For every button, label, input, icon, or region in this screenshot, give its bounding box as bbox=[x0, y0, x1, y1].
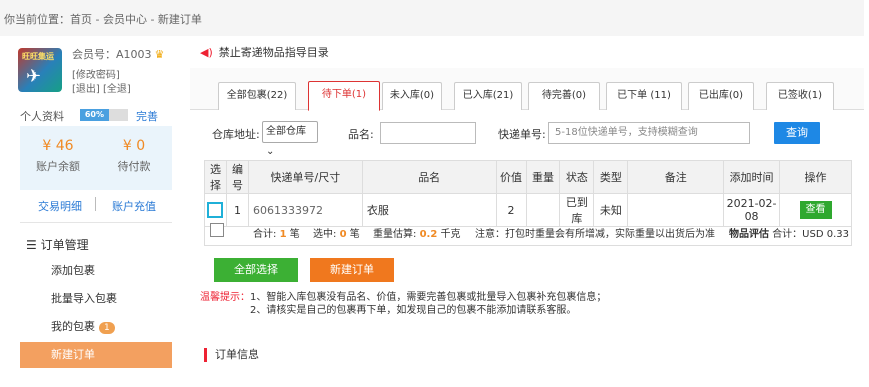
speaker-icon: ◀) bbox=[200, 46, 213, 59]
col-no: 编号 bbox=[225, 160, 249, 194]
selected-count: 选中: 0 笔 bbox=[313, 229, 360, 240]
account-balance: ¥ 46 账户余额 bbox=[20, 126, 96, 190]
divider bbox=[95, 197, 96, 211]
new-order-button[interactable]: 新建订单 bbox=[310, 258, 394, 282]
logout-link[interactable]: [退出] bbox=[72, 84, 100, 95]
balance-panel: ¥ 46 账户余额 ¥ 0 待付款 bbox=[20, 126, 172, 190]
quick-links: 交易明细 账户充值 bbox=[20, 194, 172, 216]
tab-pending-order[interactable]: 待下单(1) bbox=[308, 81, 380, 111]
item-evaluation: 物品评估 合计：USD 0.33 bbox=[729, 229, 849, 240]
count-badge: 1 bbox=[99, 322, 115, 334]
summary-row: 合计: 1 笔 选中: 0 笔 重量估算: 0.2 千克 注意：打包时重量会有所… bbox=[204, 216, 852, 246]
tab-signed[interactable]: 已签收(1) bbox=[766, 82, 834, 110]
logout-links: [退出] [全退] bbox=[72, 80, 131, 95]
weight-note: 注意：打包时重量会有所增减，实际重量以出货后为准 bbox=[475, 229, 715, 240]
sidebar: 旺旺集运 ✈ 会员号：A1003 ♛ [修改密码] [退出] [全退] 个人资料 … bbox=[4, 36, 184, 387]
tip-line-2: 2、请核实是自己的包裹再下单，如发现自己的包裹不能添加请联系客服。 bbox=[250, 305, 577, 316]
divider bbox=[20, 222, 172, 223]
col-type: 类型 bbox=[593, 160, 629, 194]
filter-bar: 仓库地址: 全部仓库 ⌄ 品名: 快递单号: 5-18位快递单号，支持模糊查询 … bbox=[190, 116, 864, 157]
profile-label: 个人资料 bbox=[20, 110, 64, 123]
plane-icon: ✈ bbox=[26, 66, 42, 87]
complete-profile-link[interactable]: 完善 bbox=[136, 108, 158, 124]
account-balance-value: ¥ 46 bbox=[42, 138, 74, 154]
tab-all-packages[interactable]: 全部包裹(22) bbox=[218, 82, 296, 110]
logo-text: 旺旺集运 bbox=[22, 52, 54, 61]
tips: 温馨提示：1、智能入库包裹没有品名、价值，需要完善包裹或批量导入包裹补充包裹信息… bbox=[200, 291, 860, 317]
tab-to-complete[interactable]: 待完善(0) bbox=[528, 82, 600, 110]
table-header: 选择 编号 快递单号/尺寸 品名 价值 重量 状态 类型 备注 添加时间 操作 bbox=[204, 160, 852, 194]
menu-title: ☰ 订单管理 bbox=[26, 238, 89, 252]
tracking-input[interactable]: 5-18位快递单号，支持模糊查询 bbox=[548, 122, 750, 144]
menu-item-add-package[interactable]: 添加包裹 bbox=[20, 260, 172, 282]
breadcrumb: 你当前位置：首页 - 会员中心 - 新建订单 bbox=[0, 0, 864, 36]
pending-payment-label: 待付款 bbox=[117, 160, 151, 173]
menu-item-new-order[interactable]: 新建订单 bbox=[20, 342, 172, 368]
col-status: 状态 bbox=[559, 160, 595, 194]
tab-bar: 全部包裹(22) 待下单(1) 未入库(0) 已入库(21) 待完善(0) 已下… bbox=[190, 68, 864, 111]
col-time: 添加时间 bbox=[723, 160, 781, 194]
transactions-link[interactable]: 交易明细 bbox=[38, 198, 82, 214]
menu-item-batch-import[interactable]: 批量导入包裹 bbox=[20, 288, 172, 310]
select-all-button[interactable]: 全部选择 bbox=[214, 258, 298, 282]
pending-payment: ¥ 0 待付款 bbox=[96, 126, 172, 190]
menu-item-my-packages[interactable]: 我的包裹 1 bbox=[20, 316, 172, 338]
name-input[interactable] bbox=[380, 122, 476, 144]
recharge-link[interactable]: 账户充值 bbox=[112, 198, 156, 214]
list-icon: ☰ bbox=[26, 238, 37, 252]
tab-ordered[interactable]: 已下单 (11) bbox=[606, 82, 682, 110]
full-logout-link[interactable]: [全退] bbox=[103, 84, 131, 95]
col-remark: 备注 bbox=[627, 160, 725, 194]
crown-icon: ♛ bbox=[154, 48, 165, 61]
tracking-label: 快递单号: bbox=[498, 128, 546, 141]
col-name: 品名 bbox=[361, 160, 497, 194]
query-button[interactable]: 查询 bbox=[774, 122, 820, 144]
tab-not-in-warehouse[interactable]: 未入库(0) bbox=[382, 82, 442, 110]
profile-progress: 个人资料 60% 完善 bbox=[20, 106, 180, 124]
notice[interactable]: ◀) 禁止寄递物品指导目录 bbox=[200, 44, 329, 60]
user-box: 旺旺集运 ✈ 会员号：A1003 ♛ [修改密码] [退出] [全退] bbox=[18, 44, 178, 108]
col-select: 选择 bbox=[204, 160, 227, 194]
col-tracking: 快递单号/尺寸 bbox=[247, 160, 363, 194]
progress-bar: 60% bbox=[80, 109, 128, 121]
col-value: 价值 bbox=[495, 160, 527, 194]
member-id: 会员号：A1003 ♛ bbox=[72, 48, 165, 61]
col-weight: 重量 bbox=[525, 160, 561, 194]
select-all-checkbox[interactable] bbox=[210, 223, 224, 237]
change-password-link[interactable]: [修改密码] bbox=[72, 66, 120, 81]
avatar: 旺旺集运 ✈ bbox=[18, 48, 62, 92]
pending-payment-value: ¥ 0 bbox=[122, 138, 146, 154]
total-count: 合计: 1 笔 bbox=[253, 229, 300, 240]
tip-line-1: 温馨提示：1、智能入库包裹没有品名、价值，需要完善包裹或批量导入包裹补充包裹信息… bbox=[200, 292, 607, 303]
main-content: ◀) 禁止寄递物品指导目录 全部包裹(22) 待下单(1) 未入库(0) 已入库(… bbox=[190, 36, 864, 387]
progress-fill: 60% bbox=[80, 109, 109, 121]
tab-in-warehouse[interactable]: 已入库(21) bbox=[454, 82, 522, 110]
name-label: 品名: bbox=[348, 128, 374, 141]
col-action: 操作 bbox=[779, 160, 852, 194]
section-title: 订单信息 bbox=[204, 348, 259, 362]
tab-shipped[interactable]: 已出库(0) bbox=[688, 82, 754, 110]
weight-estimate: 重量估算: 0.2 千克 bbox=[373, 229, 461, 240]
chevron-down-icon: ⌄ bbox=[266, 146, 275, 157]
warehouse-label: 仓库地址: bbox=[212, 128, 260, 141]
account-balance-label: 账户余额 bbox=[36, 160, 80, 173]
warehouse-select[interactable]: 全部仓库 ⌄ bbox=[262, 121, 318, 157]
